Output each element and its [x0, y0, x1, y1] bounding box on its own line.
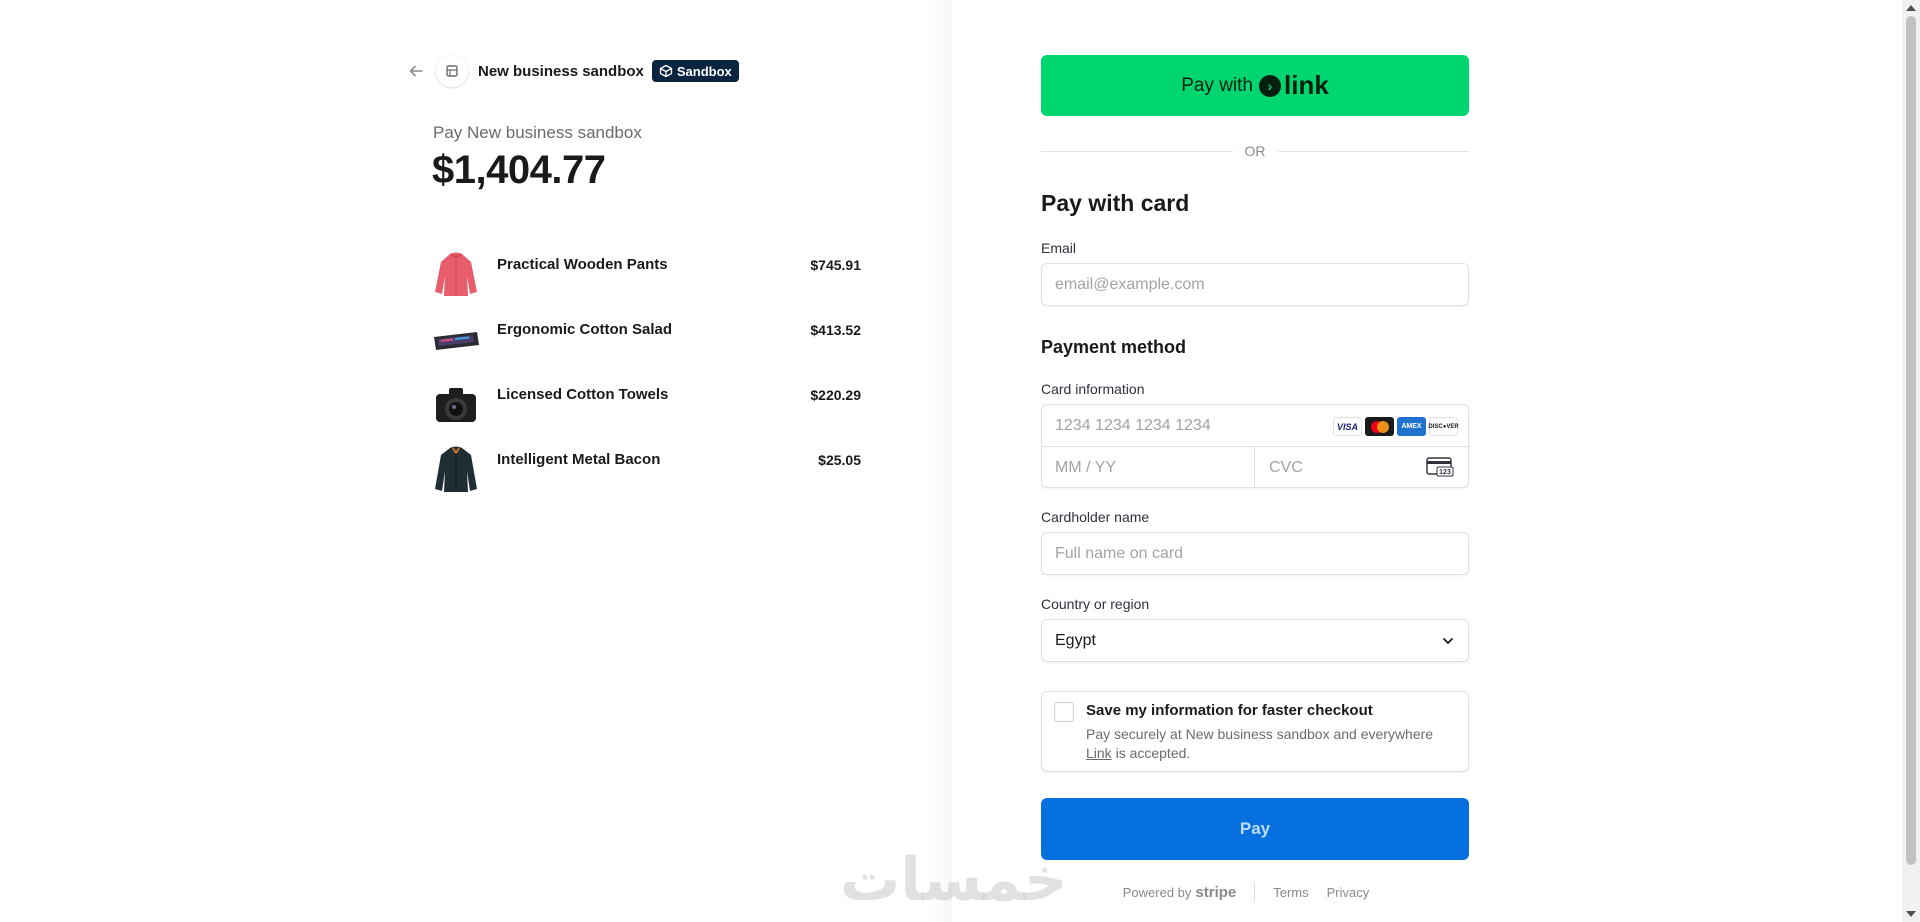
product-image-pink-jacket [433, 250, 479, 298]
line-item: Intelligent Metal Bacon $25.05 [433, 445, 861, 510]
order-summary-pane: New business sandbox Sandbox Pay New bus… [0, 0, 950, 922]
cube-icon [659, 64, 673, 78]
privacy-link[interactable]: Privacy [1327, 885, 1370, 900]
or-divider: OR [1041, 141, 1469, 161]
line-item: Licensed Cotton Towels $220.29 [433, 380, 861, 445]
cvc-card-icon: 123 [1426, 457, 1454, 482]
page-scrollbar[interactable] [1902, 0, 1920, 922]
scroll-thumb[interactable] [1906, 16, 1916, 865]
discover-icon: DISC●VER [1428, 417, 1459, 436]
total-amount: $1,404.77 [432, 148, 606, 192]
product-image-keyboard [433, 315, 479, 363]
visa-icon: VISA [1333, 417, 1362, 436]
stripe-logo: stripe [1195, 883, 1237, 901]
email-field[interactable] [1041, 263, 1469, 306]
sandbox-badge: Sandbox [651, 60, 739, 82]
link-brand-text: link [1284, 70, 1329, 100]
payment-method-title: Payment method [1041, 337, 1187, 357]
save-info-description: Pay securely at New business sandbox and… [1086, 725, 1456, 763]
line-item-price: $25.05 [818, 452, 861, 468]
save-info-box: Save my information for faster checkout … [1041, 691, 1469, 772]
line-item-price: $413.52 [810, 322, 861, 338]
sandbox-badge-label: Sandbox [676, 63, 732, 79]
pane-shadow [930, 0, 952, 922]
merchant-header: New business sandbox Sandbox [404, 55, 739, 87]
business-name: New business sandbox [478, 62, 644, 80]
save-info-title: Save my information for faster checkout [1086, 702, 1373, 719]
footer: Powered by stripe Terms Privacy [1041, 882, 1469, 902]
product-image-camera [433, 380, 479, 428]
back-arrow-icon[interactable] [404, 59, 428, 83]
country-label: Country or region [1041, 596, 1150, 612]
country-select-value: Egypt [1055, 631, 1096, 649]
cardholder-label: Cardholder name [1041, 509, 1150, 525]
scroll-down-icon[interactable] [1906, 911, 1916, 917]
terms-link[interactable]: Terms [1273, 885, 1308, 900]
pay-button[interactable]: Pay [1041, 798, 1469, 860]
line-item-name: Intelligent Metal Bacon [497, 451, 661, 468]
cardholder-name-field[interactable] [1041, 532, 1469, 575]
store-icon [436, 55, 468, 87]
save-info-desc-prefix: Pay securely at New business sandbox and… [1086, 726, 1434, 742]
card-information-box: VISA AMEX DISC●VER 123 [1041, 404, 1470, 488]
link-logo: › link [1259, 70, 1329, 101]
line-item-name: Ergonomic Cotton Salad [497, 321, 673, 338]
card-brand-icons: VISA AMEX DISC●VER [1333, 417, 1459, 436]
line-items-list: Practical Wooden Pants $745.91 Ergonomic… [433, 250, 861, 510]
pay-with-link-button[interactable]: Pay with › link [1041, 55, 1469, 116]
line-item-price: $220.29 [810, 387, 861, 403]
checkout-page: New business sandbox Sandbox Pay New bus… [0, 0, 1920, 922]
pay-with-link-prefix: Pay with [1181, 74, 1253, 96]
pay-merchant-label: Pay New business sandbox [433, 123, 642, 142]
amex-icon: AMEX [1397, 417, 1426, 436]
powered-by-stripe[interactable]: Powered by stripe [1123, 884, 1237, 901]
powered-by-text: Powered by [1122, 884, 1192, 900]
email-label: Email [1041, 240, 1077, 256]
save-info-checkbox[interactable] [1054, 702, 1074, 722]
line-item-price: $745.91 [810, 257, 861, 273]
product-image-dark-jacket [433, 445, 479, 493]
line-item: Practical Wooden Pants $745.91 [433, 250, 861, 315]
scroll-up-icon[interactable] [1906, 5, 1916, 11]
line-item-name: Practical Wooden Pants [497, 256, 668, 273]
watermark: خمسات [840, 845, 1068, 915]
line-item: Ergonomic Cotton Salad $413.52 [433, 315, 861, 380]
or-text: OR [1244, 143, 1266, 159]
expiry-input[interactable] [1042, 447, 1255, 488]
country-select[interactable]: Egypt [1041, 619, 1469, 662]
pay-with-card-title: Pay with card [1041, 190, 1190, 216]
chevron-down-icon [1443, 637, 1453, 644]
card-information-label: Card information [1041, 381, 1145, 397]
line-item-name: Licensed Cotton Towels [497, 386, 669, 403]
link-info-link[interactable]: Link [1086, 745, 1112, 761]
link-arrow-icon: › [1259, 74, 1281, 97]
svg-text:123: 123 [1439, 469, 1451, 476]
save-info-desc-suffix: is accepted. [1115, 745, 1191, 761]
mastercard-icon [1365, 417, 1394, 436]
